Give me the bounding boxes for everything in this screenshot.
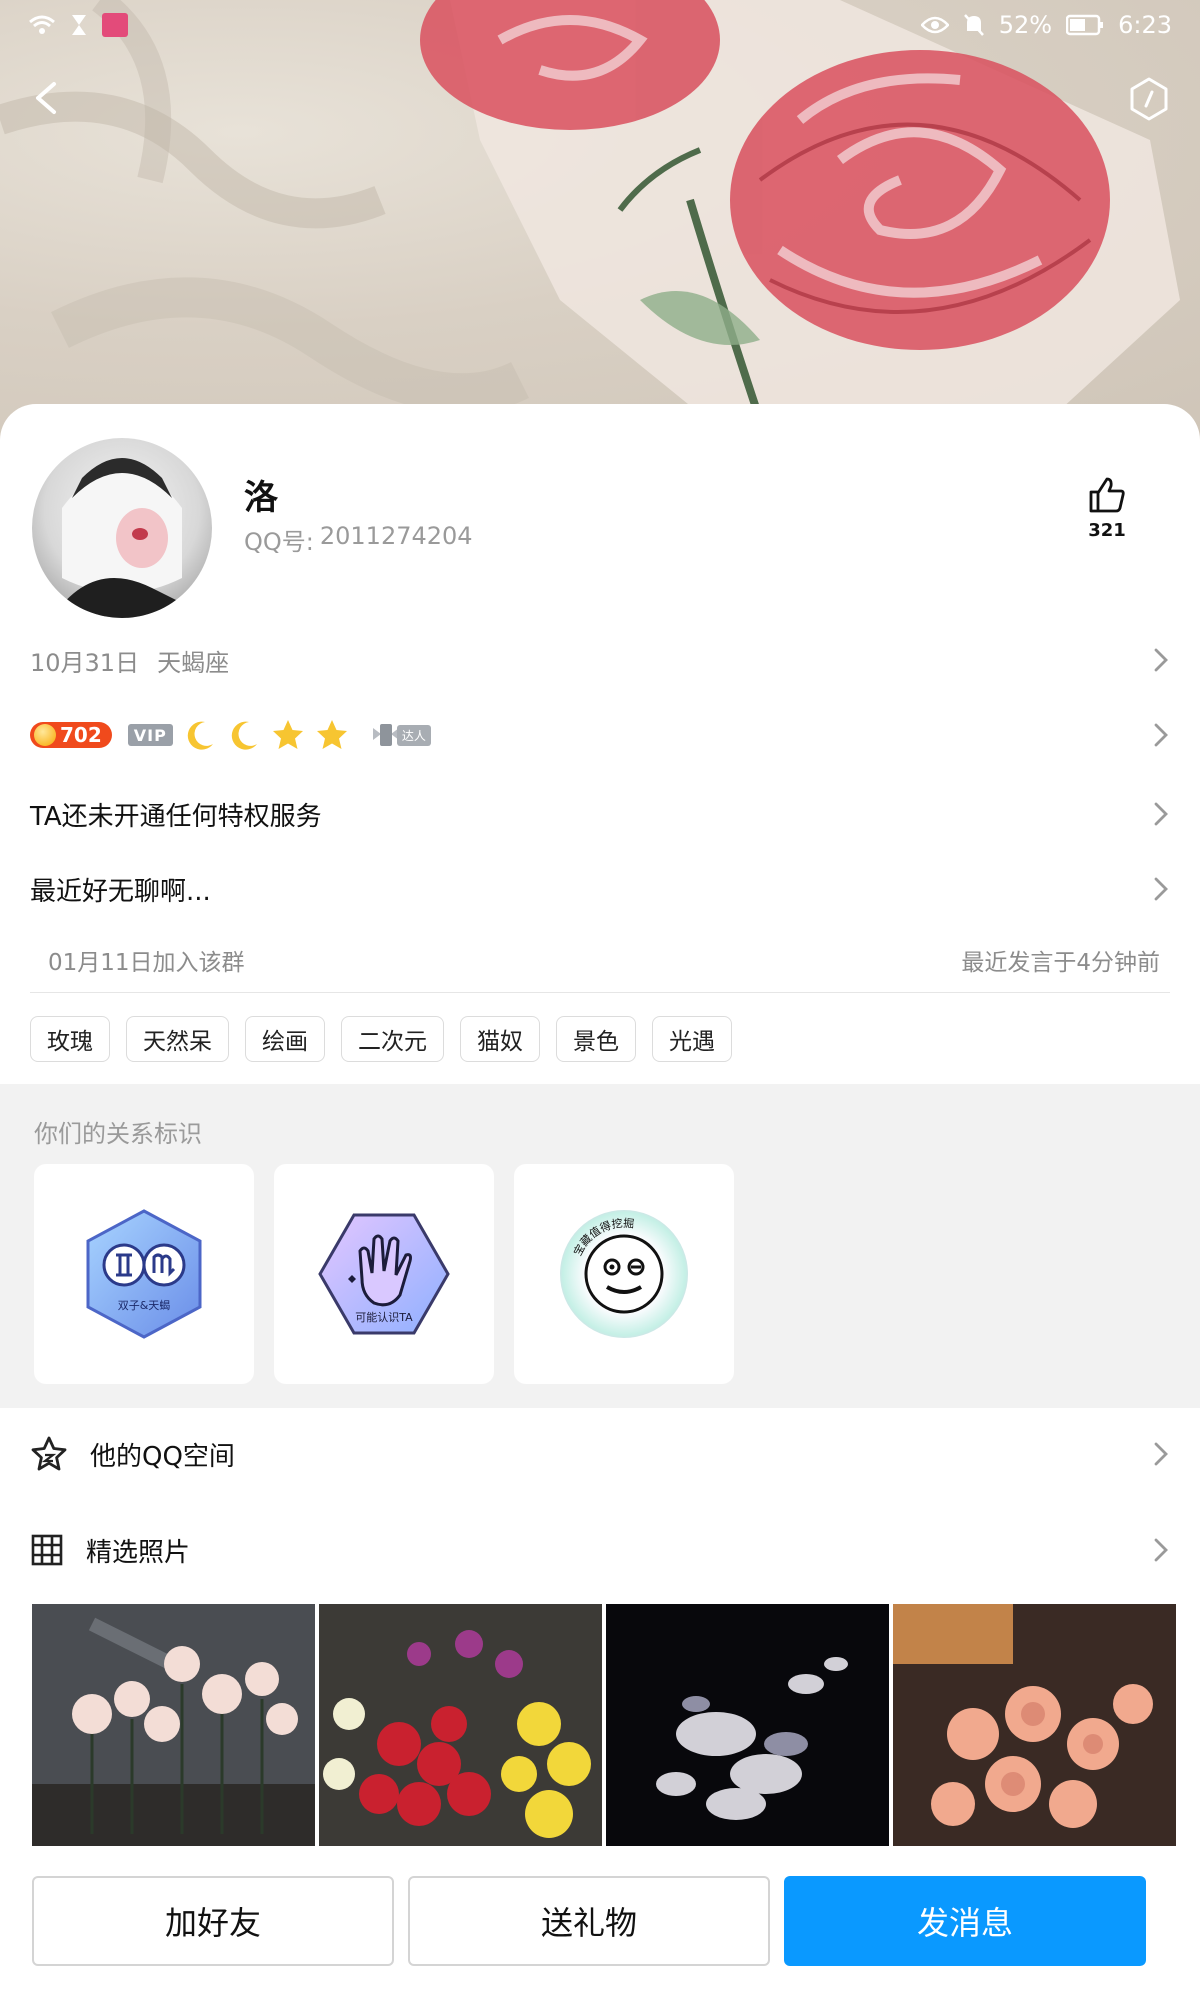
- star-icon: [272, 720, 303, 749]
- relation-card-maybe-know[interactable]: 可能认识TA: [274, 1164, 494, 1384]
- grid-icon: [31, 1534, 63, 1566]
- profile-card: 洛 QQ号: 2011274204 321 10月31日 天蝎座 702 VIP: [0, 404, 1200, 2000]
- like-count: 321: [1088, 520, 1126, 541]
- selected-photos-label: 精选照片: [86, 1537, 191, 1568]
- selected-photos-row[interactable]: 精选照片: [30, 1520, 1170, 1580]
- qq-zone-row[interactable]: 他的QQ空间: [30, 1424, 1170, 1484]
- last-speak-text: 最近发言于4分钟前: [961, 950, 1160, 976]
- relation-section: 你们的关系标识 双子&天蝎 可能认识TA 宝藏值得挖掘: [0, 1084, 1200, 1408]
- chevron-right-icon: [1154, 877, 1168, 901]
- relation-title: 你们的关系标识: [34, 1120, 202, 1148]
- smiley-badge-icon: 宝藏值得挖掘: [560, 1210, 688, 1338]
- avatar[interactable]: [32, 438, 212, 618]
- signature-row[interactable]: 最近好无聊啊...: [30, 866, 1170, 912]
- photo-thumbnail[interactable]: [893, 1604, 1176, 1846]
- send-gift-button[interactable]: 送礼物: [408, 1876, 770, 1966]
- level-badges-row[interactable]: 702 VIP 达人: [30, 710, 1170, 760]
- photo-thumbnail[interactable]: [606, 1604, 889, 1846]
- chevron-right-icon: [1154, 802, 1168, 826]
- group-info-row: 01月11日加入该群 最近发言于4分钟前: [30, 940, 1170, 980]
- sun-icon: [34, 724, 56, 746]
- relation-card-gemini-scorpio[interactable]: 双子&天蝎: [34, 1164, 254, 1384]
- moon-icon: [187, 721, 213, 750]
- star-outline-icon: [31, 1436, 67, 1471]
- vip-badge: VIP: [127, 724, 173, 746]
- relation-badge-label: 双子&天蝎: [118, 1299, 171, 1312]
- more-options-button[interactable]: [1128, 76, 1170, 122]
- battery-icon: [1066, 14, 1104, 36]
- zodiac: 天蝎座: [157, 648, 230, 677]
- interest-tag[interactable]: 绘画: [245, 1016, 325, 1062]
- profile-cover-image[interactable]: [0, 0, 1200, 440]
- hexagon-settings-icon: [1130, 77, 1168, 121]
- back-button[interactable]: [24, 72, 68, 124]
- moon-icon: [231, 721, 257, 750]
- bottom-actions: 加好友 送礼物 发消息: [32, 1876, 1146, 1966]
- send-message-button[interactable]: 发消息: [784, 1876, 1146, 1966]
- app-notification-icon: [102, 13, 128, 37]
- chevron-right-icon: [1154, 1538, 1168, 1562]
- photo-thumbnail[interactable]: [32, 1604, 315, 1846]
- divider: [30, 992, 1170, 993]
- photo-strip: [32, 1604, 1176, 1846]
- level-number: 702: [60, 723, 102, 747]
- birthday: 10月31日: [30, 648, 140, 677]
- join-group-text: 01月11日加入该群: [48, 950, 245, 976]
- clock: 6:23: [1118, 11, 1172, 39]
- level-badge: 702: [30, 722, 112, 748]
- battery-percent: 52%: [998, 11, 1053, 39]
- interest-tag[interactable]: 景色: [556, 1016, 636, 1062]
- chevron-left-icon: [36, 82, 56, 114]
- privilege-text: TA还未开通任何特权服务: [30, 801, 322, 832]
- master-label: 达人: [396, 724, 431, 746]
- wifi-icon: [29, 15, 55, 34]
- interest-tag[interactable]: 天然呆: [126, 1016, 229, 1062]
- add-friend-button[interactable]: 加好友: [32, 1876, 394, 1966]
- relation-badge-label: 可能认识TA: [355, 1310, 413, 1324]
- photo-thumbnail[interactable]: [319, 1604, 602, 1846]
- eye-icon: [920, 16, 949, 34]
- star-icon: [316, 720, 347, 749]
- interest-tag[interactable]: 光遇: [652, 1016, 732, 1062]
- chevron-right-icon: [1154, 648, 1168, 672]
- master-badge: 达人: [369, 718, 431, 752]
- privilege-row[interactable]: TA还未开通任何特权服务: [30, 792, 1170, 836]
- hourglass-icon: [72, 15, 86, 35]
- mute-bell-icon: [963, 14, 984, 36]
- interest-tag[interactable]: 二次元: [341, 1016, 444, 1062]
- gemini-scorpio-badge-icon: 双子&天蝎: [86, 1209, 202, 1339]
- birthday-row[interactable]: 10月31日 天蝎座: [30, 640, 1170, 680]
- signature-text: 最近好无聊啊...: [30, 876, 211, 907]
- relation-card-treasure[interactable]: 宝藏值得挖掘: [514, 1164, 734, 1384]
- status-bar: 52% 6:23: [0, 0, 1200, 50]
- wave-hand-badge-icon: 可能认识TA: [318, 1213, 450, 1335]
- qq-number-row: QQ号: 2011274204: [244, 522, 473, 557]
- like-button[interactable]: 321: [1072, 476, 1142, 541]
- interest-tag[interactable]: 猫奴: [460, 1016, 540, 1062]
- chevron-right-icon: [1154, 1442, 1168, 1466]
- qq-label: QQ号:: [244, 528, 314, 556]
- chevron-right-icon: [1154, 723, 1168, 747]
- thumbs-up-icon: [1089, 477, 1125, 513]
- interest-tags: 玫瑰 天然呆 绘画 二次元 猫奴 景色 光遇: [30, 1016, 732, 1062]
- qq-zone-label: 他的QQ空间: [90, 1441, 235, 1472]
- interest-tag[interactable]: 玫瑰: [30, 1016, 110, 1062]
- profile-name: 洛: [244, 478, 278, 518]
- qq-number: 2011274204: [319, 522, 473, 550]
